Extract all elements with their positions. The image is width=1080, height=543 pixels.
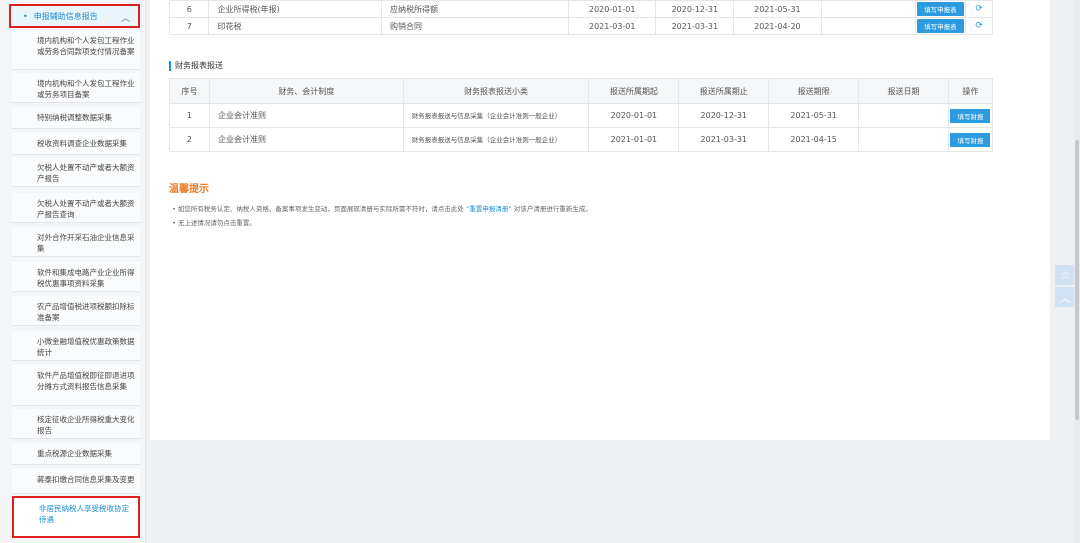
sidebar-item[interactable]: 境内机构和个人发包工程作业或劳务合同款项支付情况备案	[12, 30, 140, 70]
tax-type: 印花税	[208, 17, 382, 35]
fill-financial-report-button[interactable]: 填写财报	[950, 108, 991, 123]
action-cell: 填写申报表	[914, 17, 967, 35]
action-cell: 填写财报	[947, 127, 994, 152]
row-no: 2	[169, 127, 210, 152]
sidebar-group-label: 申报辅助信息报告	[33, 11, 98, 21]
period-end: 2021-03-31	[655, 17, 735, 35]
tip-line: • 如您所有税务认定、纳税人资格、备案事项发生变动，页面展现清册与实际所需不符时…	[172, 203, 592, 213]
star-icon[interactable]: ☆	[1055, 265, 1075, 285]
period-start: 2020-01-01	[588, 103, 680, 128]
col-header: 财务报表报送小类	[402, 78, 590, 104]
tip-text: 对该户清册进行重新生成。	[513, 205, 592, 213]
reset-checklist-label: 重置申报清册	[469, 205, 509, 213]
tip-line: • 无上述情况请勿点击重置。	[172, 219, 256, 227]
declare-date	[820, 0, 916, 18]
reset-checklist-link[interactable]: “重置申报清册”	[466, 205, 512, 213]
row-no: 1	[169, 103, 210, 128]
col-header: 操作	[947, 78, 994, 104]
deadline: 2021-04-20	[733, 17, 822, 35]
fill-declaration-button[interactable]: 填写申报表	[917, 19, 964, 33]
sidebar-item[interactable]: 小微金融增值税优惠政策数据统计	[12, 331, 140, 361]
sidebar: • 申报辅助信息报告 ︿ 境内机构和个人发包工程作业或劳务合同款项支付情况备案 …	[0, 0, 146, 543]
period-start: 2020-01-01	[568, 0, 657, 18]
deadline: 2021-04-15	[768, 127, 860, 152]
tips-title: 温馨提示	[169, 184, 209, 195]
tax-type: 企业所得税(年报)	[208, 0, 382, 18]
report-date	[858, 103, 949, 128]
tax-item: 购销合同	[380, 17, 570, 35]
report-date	[858, 127, 949, 152]
sidebar-item[interactable]: 核定征收企业所得税重大变化报告	[12, 409, 140, 439]
main-content: 6 企业所得税(年报) 应纳税所得额 2020-01-01 2020-12-31…	[150, 0, 1050, 440]
sidebar-item[interactable]: 欠税人处置不动产或者大额资产报告	[12, 157, 140, 187]
period-end: 2021-03-31	[678, 127, 770, 152]
report-category: 财务报表报送与信息采集（企业会计准则一般企业）	[402, 127, 590, 152]
refresh-icon[interactable]: ⟳	[975, 21, 983, 31]
deadline: 2021-05-31	[768, 103, 860, 128]
declare-date	[820, 17, 916, 35]
sidebar-item[interactable]: 蔣泰扣缴合同信息采集及变更	[12, 469, 140, 494]
sidebar-item[interactable]: 欠税人处置不动产或者大额资产报告查询	[12, 193, 140, 223]
sidebar-item[interactable]: 税收资料调查企业数据采集	[12, 133, 140, 155]
sidebar-item[interactable]: 重点税源企业数据采集	[12, 443, 140, 465]
fill-declaration-button[interactable]: 填写申报表	[917, 2, 964, 16]
tip-text: • 如您所有税务认定、纳税人资格、备案事项发生变动，页面展现清册与实际所需不符时…	[172, 205, 464, 213]
financial-report-table: 序号 财务、会计制度 财务报表报送小类 报送所属期起 报送所属期止 报送期限 报…	[169, 78, 994, 152]
sidebar-item[interactable]: 境内机构和个人发包工程作业或劳务项目备案	[12, 73, 140, 103]
table-row: 7 印花税 购销合同 2021-03-01 2021-03-31 2021-04…	[168, 17, 993, 35]
report-category: 财务报表报送与信息采集（企业会计准则一般企业）	[402, 103, 590, 128]
col-header: 报送所属期起	[588, 78, 680, 104]
financial-section-title: 财务报表报送	[169, 61, 223, 71]
sidebar-item[interactable]: 对外合作开采石油企业信息采集	[12, 227, 140, 257]
col-header: 财务、会计制度	[208, 78, 404, 104]
col-header: 序号	[169, 78, 210, 104]
col-header: 报送日期	[858, 78, 949, 104]
chevron-up-icon[interactable]: ︿	[1055, 287, 1075, 307]
period-start: 2021-01-01	[588, 127, 680, 152]
action-cell: 填写申报表	[914, 0, 967, 18]
table-row: 6 企业所得税(年报) 应纳税所得额 2020-01-01 2020-12-31…	[168, 0, 993, 18]
refresh-cell: ⟳	[965, 0, 993, 18]
table-row: 1 企业会计准则 财务报表报送与信息采集（企业会计准则一般企业） 2020-01…	[169, 103, 994, 128]
table-header-row: 序号 财务、会计制度 财务报表报送小类 报送所属期起 报送所属期止 报送期限 报…	[169, 78, 994, 104]
sidebar-item[interactable]: 农产品增值税进项税额扣除标准备案	[12, 296, 140, 326]
tax-item: 应纳税所得额	[380, 0, 570, 18]
action-cell: 填写财报	[947, 103, 994, 128]
sidebar-group-header[interactable]: • 申报辅助信息报告 ︿	[9, 4, 140, 28]
chevron-up-icon[interactable]: ︿	[121, 11, 130, 24]
scrollbar-thumb[interactable]	[1075, 140, 1079, 420]
refresh-icon[interactable]: ⟳	[975, 4, 983, 14]
accounting-system: 企业会计准则	[208, 103, 404, 128]
declaration-table: 6 企业所得税(年报) 应纳税所得额 2020-01-01 2020-12-31…	[168, 0, 993, 35]
accounting-system: 企业会计准则	[208, 127, 404, 152]
col-header: 报送期限	[768, 78, 860, 104]
sidebar-item-non-resident-treaty[interactable]: 非居民纳税人享受税收协定待遇	[12, 496, 140, 538]
col-header: 报送所属期止	[678, 78, 770, 104]
fill-financial-report-button[interactable]: 填写财报	[950, 132, 991, 147]
period-end: 2020-12-31	[678, 103, 770, 128]
period-start: 2021-03-01	[568, 17, 657, 35]
sidebar-item[interactable]: 软件产品增值税即征即退进项分摊方式资料报告信息采集	[12, 365, 140, 406]
refresh-cell: ⟳	[965, 17, 993, 35]
bullet-icon: •	[23, 11, 28, 21]
table-row: 2 企业会计准则 财务报表报送与信息采集（企业会计准则一般企业） 2021-01…	[169, 127, 994, 152]
period-end: 2020-12-31	[655, 0, 735, 18]
row-no: 7	[168, 17, 210, 35]
deadline: 2021-05-31	[733, 0, 822, 18]
row-no: 6	[168, 0, 210, 18]
sidebar-item[interactable]: 软件和集成电路产业企业所得税优惠事项资料采集	[12, 262, 140, 292]
sidebar-item[interactable]: 特别纳税调整数据采集	[12, 107, 140, 129]
